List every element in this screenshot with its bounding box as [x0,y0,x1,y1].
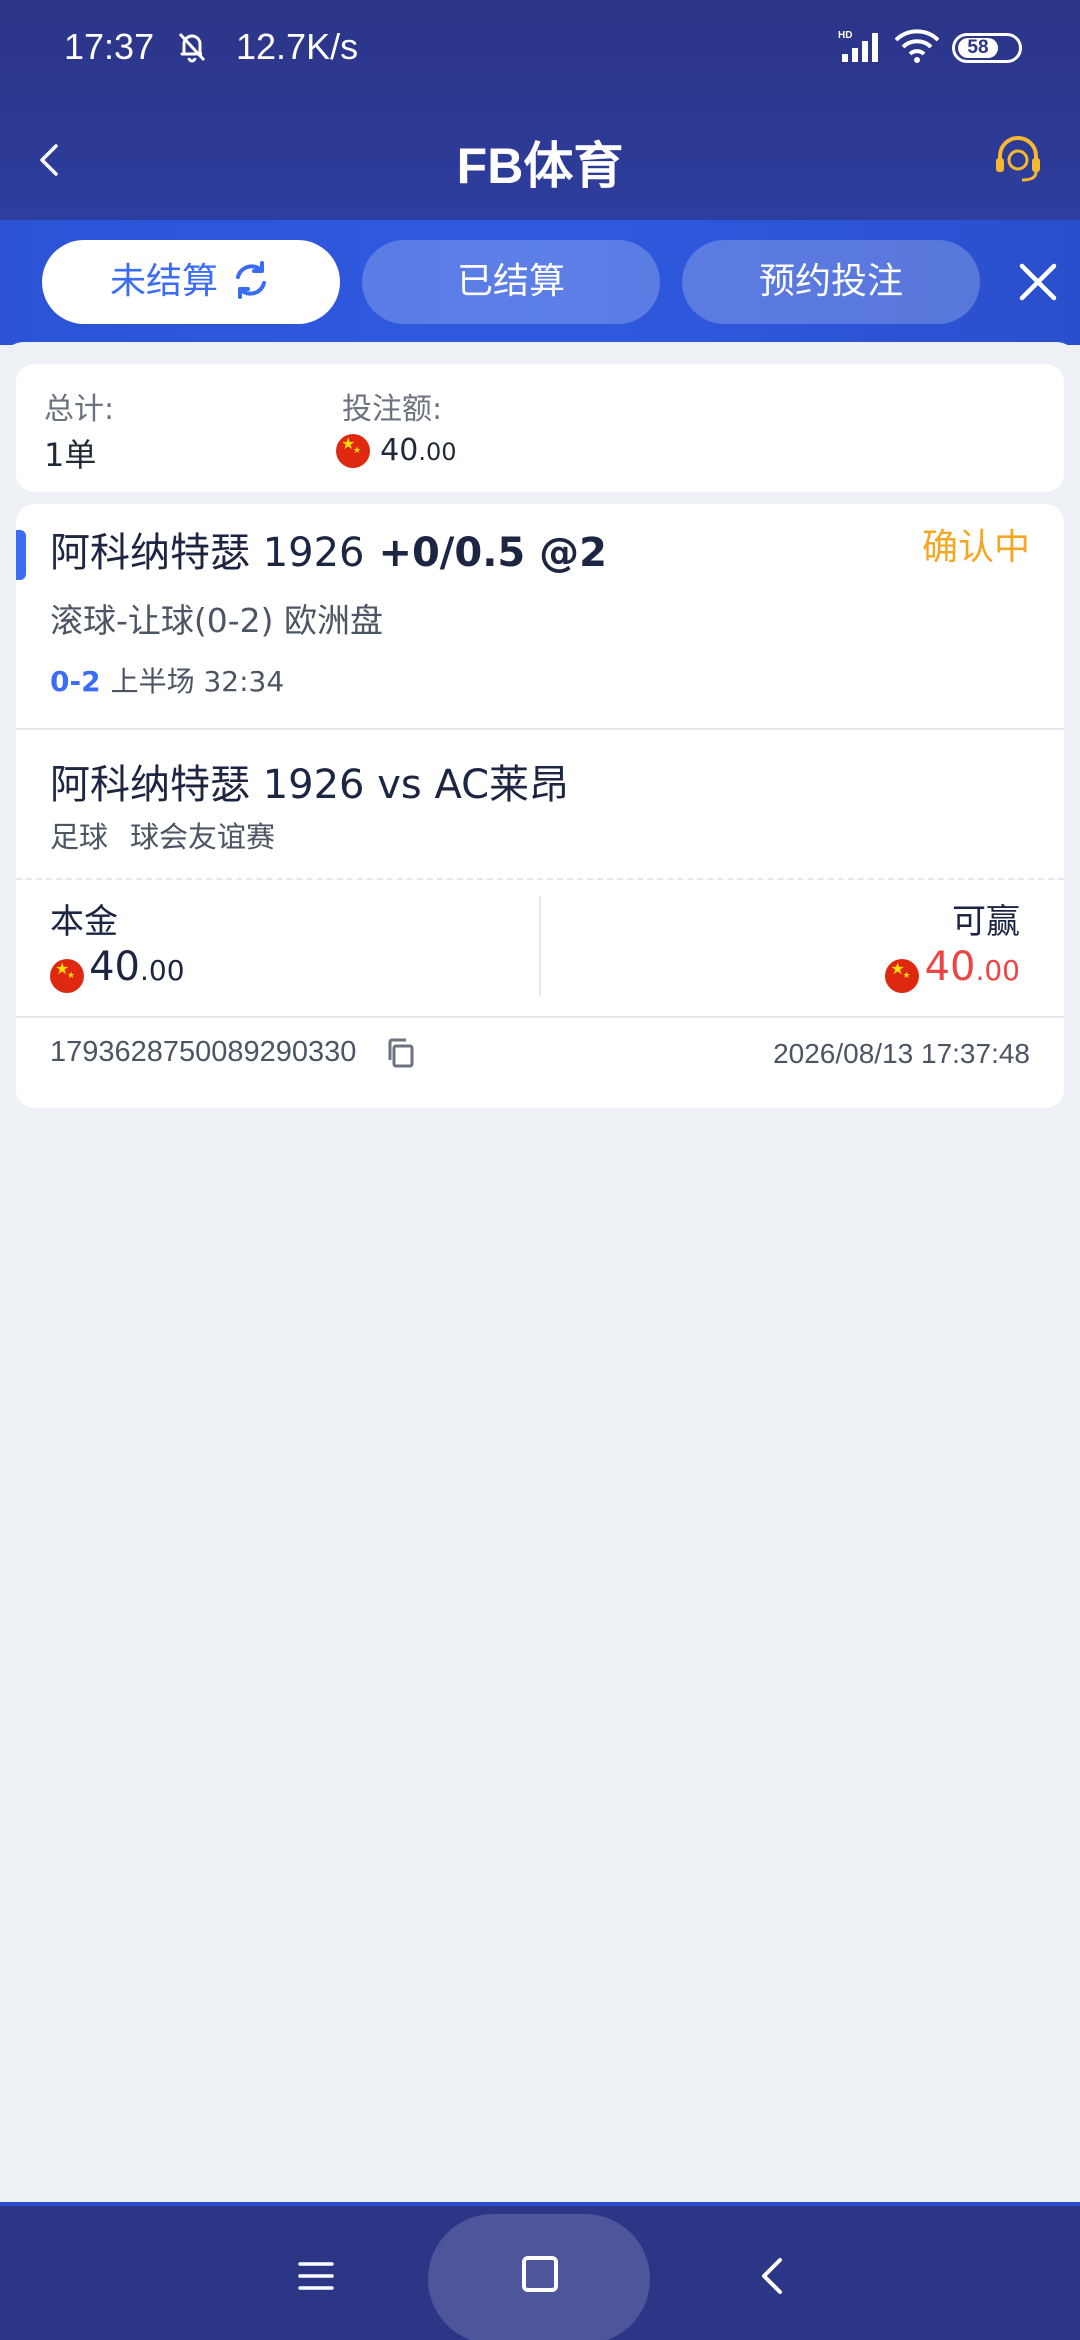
content-area: 总计: 1单 投注额: 40.00 阿科纳特瑟 1926 +0/0.5 @2 确… [0,342,1080,2202]
selection-team: 阿科纳特瑟 1926 [50,530,365,576]
bet-summary: 总计: 1单 投注额: 40.00 [16,364,1064,492]
svg-text:HD: HD [838,30,852,41]
order-time: 2026/08/13 17:37:48 [773,1038,1030,1069]
divider [16,1016,1064,1018]
stake-label: 本金 [50,902,118,942]
stake-value: 40.00 [50,944,185,993]
stake-total-int: 40 [380,433,419,468]
stake-total-dec: .00 [418,438,457,466]
live-score: 0-2 [50,665,101,698]
total-label: 总计: [44,392,115,427]
cny-flag-icon [50,958,84,993]
dashed-divider [16,878,1064,880]
bet-status: 确认中 [921,527,1030,568]
copy-icon[interactable] [384,1036,418,1070]
match-period: 上半场 32:34 [110,665,285,698]
cny-flag-icon [885,958,920,993]
close-icon[interactable] [1014,258,1062,306]
battery-level: 58 [958,38,998,58]
league-name: 球会友谊赛 [130,820,276,854]
total-value: 1单 [44,436,97,474]
network-speed: 12.7K/s [236,26,359,67]
win-int: 40 [924,944,976,990]
status-bar: 17:37 12.7K/s HD 58 [0,0,1080,100]
selection-title: 阿科纳特瑟 1926 +0/0.5 @2 [50,520,607,578]
wifi-icon [894,29,940,63]
tab-reserved-bets[interactable]: 预约投注 [682,240,980,324]
battery-indicator: 58 [952,33,1022,63]
bell-muted-icon [178,32,206,63]
order-id: 1793628750089290330 [50,1036,357,1068]
tab-unsettled-label: 未结算 [109,261,218,302]
system-back-icon[interactable] [752,2254,792,2298]
stake-dec: .00 [140,954,185,987]
vertical-divider [539,896,541,996]
match-name: 阿科纳特瑟 1926 vs AC莱昂 [50,762,570,808]
stake-int: 40 [89,944,140,990]
refresh-icon[interactable] [230,259,272,301]
win-dec: .00 [975,954,1020,987]
market-type: 滚球-让球(0-2) 欧洲盘 [50,601,384,640]
tab-settled-label: 已结算 [456,261,565,302]
bet-card[interactable]: 阿科纳特瑟 1926 +0/0.5 @2 确认中 滚球-让球(0-2) 欧洲盘 … [16,504,1064,1108]
system-navigation-bar [0,2202,1080,2340]
stake-total-value: 40.00 [336,430,457,468]
page-title: FB体育 [456,138,624,194]
tab-settled[interactable]: 已结算 [362,240,660,324]
selection-odds: +0/0.5 @2 [364,530,608,576]
stake-total-label: 投注额: [342,392,443,427]
customer-service-icon[interactable] [988,130,1048,190]
win-label: 可赢 [952,902,1020,942]
signal-icon: HD [838,30,878,62]
menu-icon[interactable] [296,2258,336,2294]
status-time: 17:37 [64,26,155,67]
top-bar: NO.1 17:37 12.7K/s HD 58 FB体 [0,0,1080,345]
app-header: FB体育 [0,110,1080,210]
win-value: 40.00 [885,944,1020,993]
tab-reserved-label: 预约投注 [758,261,903,302]
league-info: 足球 球会友谊赛 [50,814,275,856]
home-icon[interactable] [522,2256,558,2292]
divider [16,728,1064,730]
card-accent-bar [16,530,26,580]
live-score-line: 0-2 上半场 32:34 [50,660,284,700]
sport-name: 足球 [50,820,109,854]
cny-flag-icon [336,434,370,468]
tab-unsettled[interactable]: 未结算 [42,240,340,324]
